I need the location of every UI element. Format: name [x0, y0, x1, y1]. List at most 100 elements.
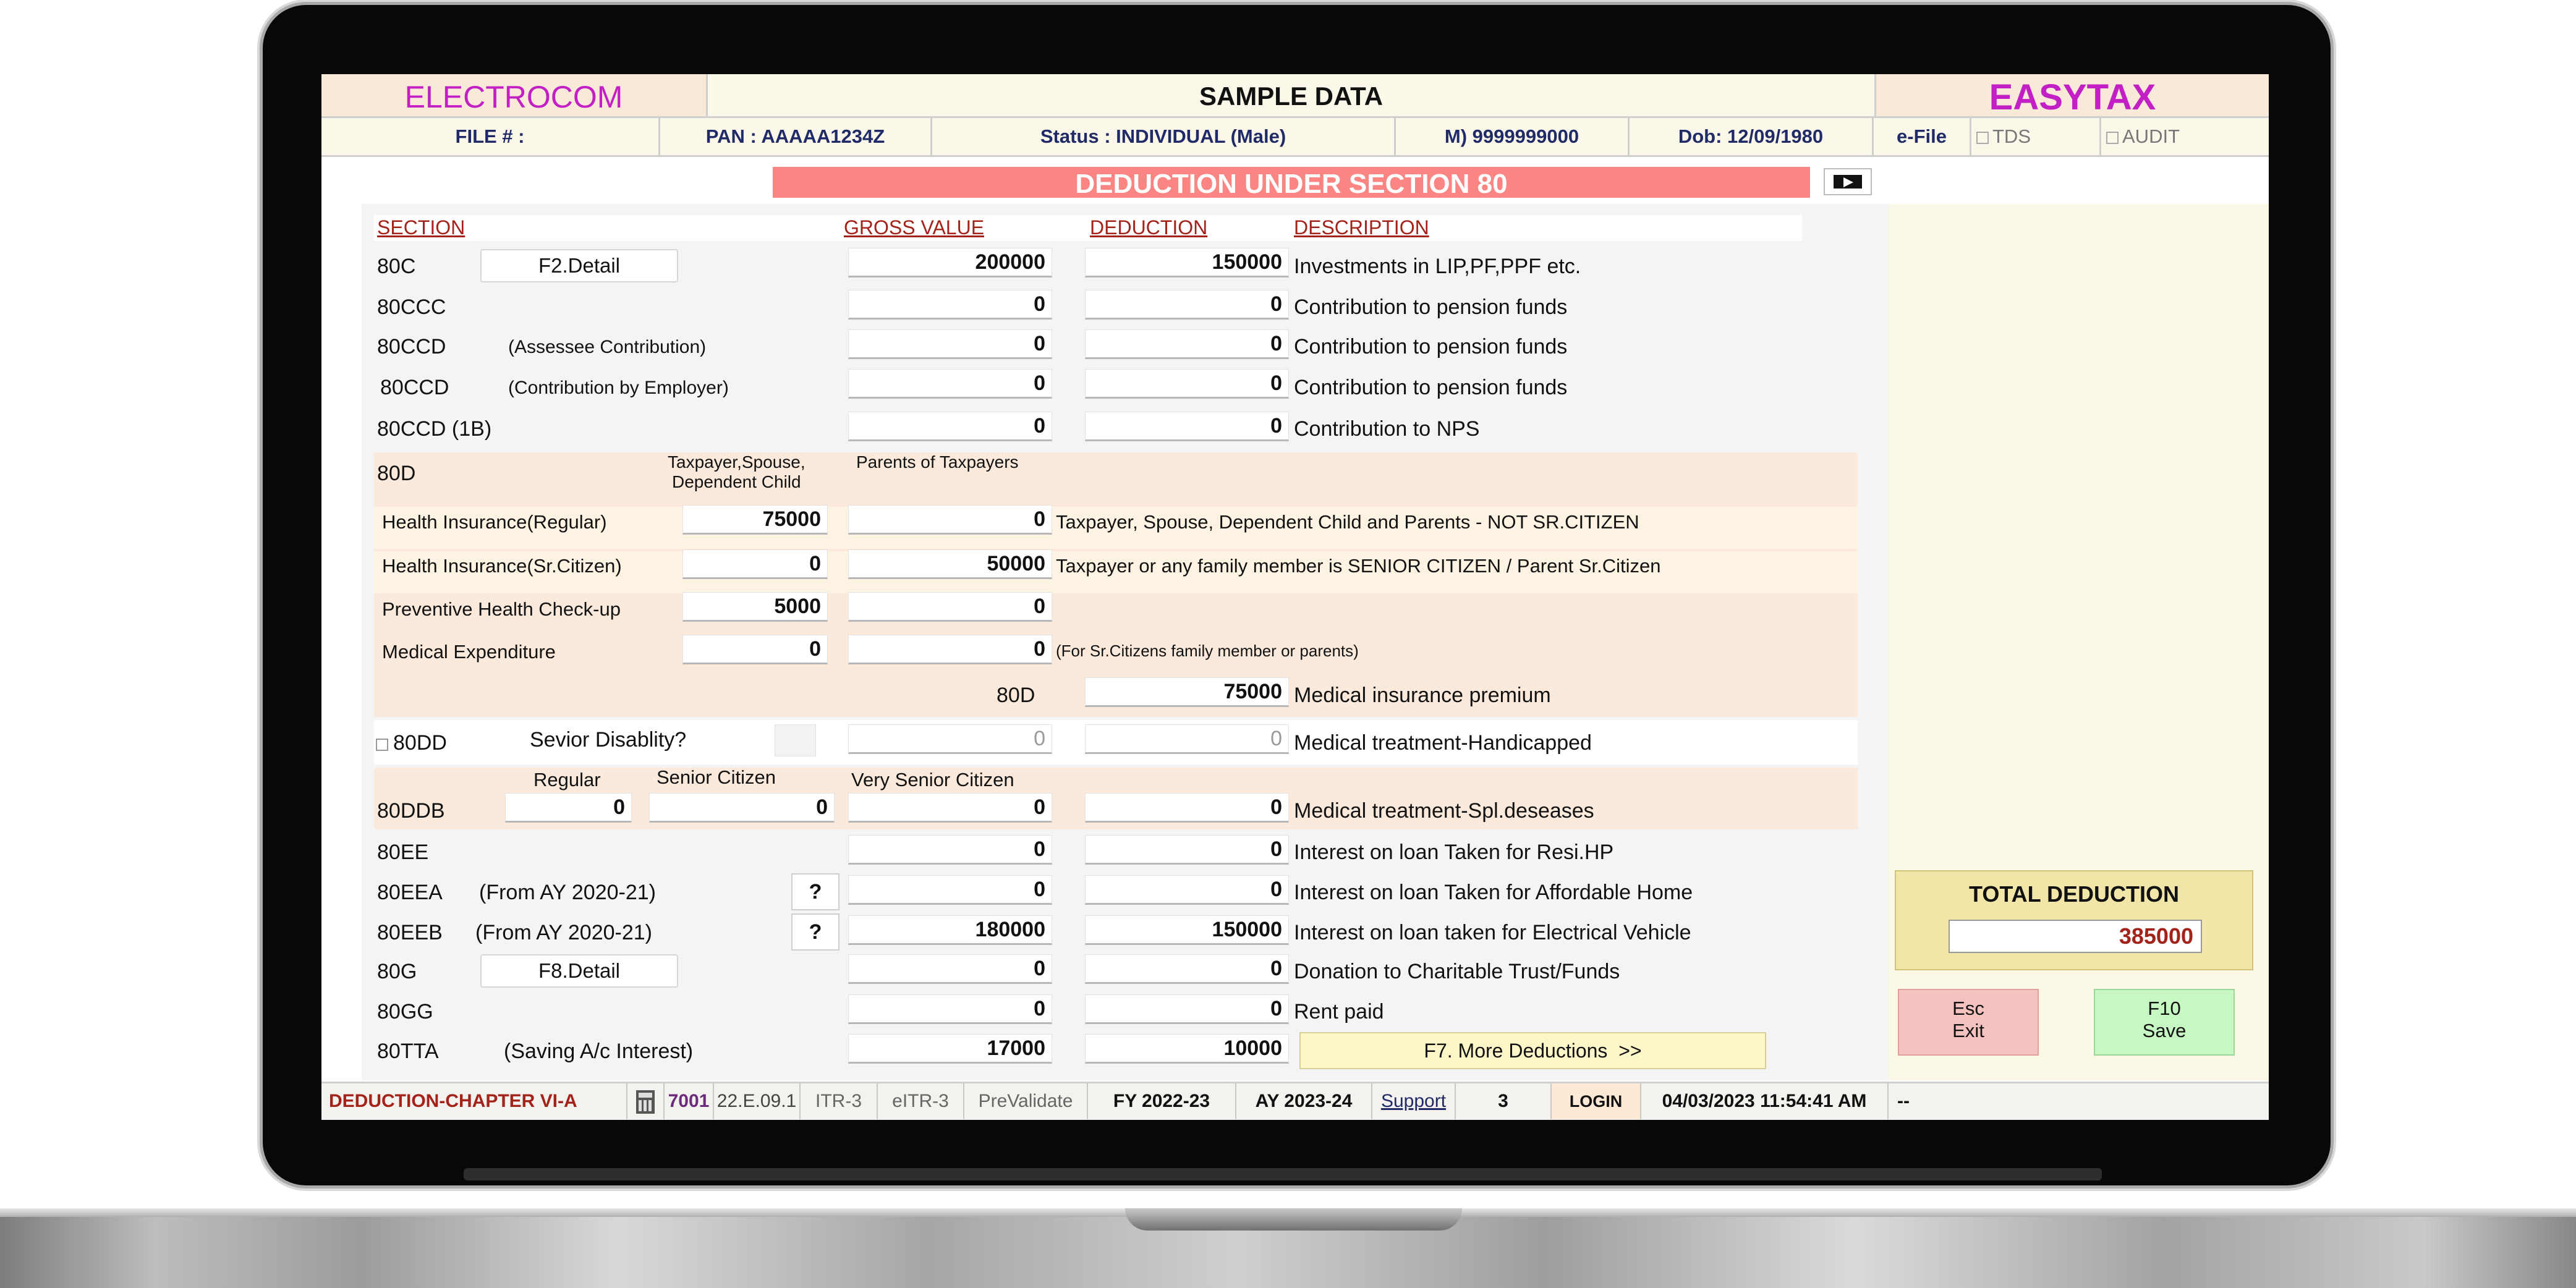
tds-option[interactable]: TDS — [1971, 118, 2101, 155]
80eeb-help-button[interactable]: ? — [791, 913, 840, 951]
video-help-icon[interactable] — [1824, 168, 1872, 195]
80ee-description: Interest on loan Taken for Resi.HP — [1294, 841, 1614, 864]
footer-eitr[interactable]: eITR-3 — [878, 1083, 964, 1119]
80gg-deduction-input[interactable]: 0 — [1085, 994, 1289, 1024]
80tta-note: (Saving A/c Interest) — [504, 1040, 694, 1063]
80dd-severity-checkbox[interactable] — [775, 724, 816, 756]
laptop-hinge — [464, 1168, 2102, 1180]
row-80ccd-gross-input[interactable]: 0 — [848, 329, 1052, 359]
login-button[interactable]: LOGIN — [1552, 1083, 1641, 1119]
row-80ccd-note: (Assessee Contribution) — [508, 337, 707, 357]
row-80ccd1b-section: 80CCD (1B) — [377, 417, 492, 441]
80d-medical-note: (For Sr.Citizens family member or parent… — [1056, 642, 1359, 660]
80ddb-head-very-senior: Very Senior Citizen — [851, 769, 1014, 790]
80d-medical-self-input[interactable]: 0 — [682, 635, 828, 664]
more-deductions-button[interactable]: F7. More Deductions >> — [1299, 1032, 1766, 1069]
col-deduction: DEDUCTION — [1090, 216, 1208, 239]
tds-checkbox[interactable] — [1976, 131, 1989, 144]
80d-col2: Parents of Taxpayers — [856, 452, 1019, 472]
80d-regular-note-text: Taxpayer, Spouse, Dependent Child and Pa… — [1056, 511, 1639, 533]
80ee-deduction-input[interactable]: 0 — [1085, 835, 1289, 865]
80d-checkup-self-input[interactable]: 5000 — [682, 592, 828, 622]
80d-senior-parents-input[interactable]: 50000 — [848, 549, 1052, 579]
column-header-strip — [374, 215, 1802, 241]
row-80ccd-employer-gross-input[interactable]: 0 — [848, 369, 1052, 399]
80d-senior-self-input[interactable]: 0 — [682, 549, 828, 579]
f10-save-button[interactable]: F10 Save — [2094, 989, 2235, 1056]
row-80ccd1b-deduction-input[interactable]: 0 — [1085, 412, 1289, 441]
80d-regular-self-input[interactable]: 75000 — [682, 505, 828, 535]
80d-medical-label: Medical Expenditure — [382, 641, 556, 663]
80d-regular-parents-input[interactable]: 0 — [848, 505, 1052, 535]
row-80ccd-employer-deduction-input[interactable]: 0 — [1085, 369, 1289, 399]
audit-option[interactable]: AUDIT — [2101, 118, 2269, 155]
row-80ccd1b-description: Contribution to NPS — [1294, 417, 1480, 441]
audit-label: AUDIT — [2122, 125, 2180, 147]
80gg-gross-input[interactable]: 0 — [848, 994, 1052, 1024]
80ddb-regular-input[interactable]: 0 — [505, 793, 632, 823]
center-title: SAMPLE DATA — [1199, 82, 1384, 111]
save-line2: Save — [2142, 1020, 2187, 1041]
pan-number: PAN : AAAAA1234Z — [660, 118, 932, 155]
esc-exit-button[interactable]: Esc Exit — [1898, 989, 2039, 1056]
80d-section: 80D — [377, 462, 416, 485]
footer-support-link[interactable]: Support — [1372, 1083, 1456, 1119]
row-80ccd-description: Contribution to pension funds — [1294, 335, 1568, 358]
total-deduction-panel: TOTAL DEDUCTION 385000 — [1895, 870, 2253, 970]
esc-line2: Exit — [1952, 1020, 1984, 1041]
row-80ccd-employer-description: Contribution to pension funds — [1294, 376, 1568, 399]
f2-detail-button[interactable]: F2.Detail — [480, 249, 678, 282]
row-80ccd-deduction-input[interactable]: 0 — [1085, 329, 1289, 359]
80ddb-senior-input[interactable]: 0 — [649, 793, 835, 823]
header-right: EASYTAX — [1876, 74, 2269, 117]
80g-gross-input[interactable]: 0 — [848, 954, 1052, 984]
f8-detail-button[interactable]: F8.Detail — [480, 954, 678, 988]
80eea-description: Interest on loan Taken for Affordable Ho… — [1294, 881, 1693, 904]
80d-medical-parents-input[interactable]: 0 — [848, 635, 1052, 664]
col-description: DESCRIPTION — [1294, 216, 1429, 239]
date-of-birth: Dob: 12/09/1980 — [1630, 118, 1874, 155]
row-80ccc-deduction-input[interactable]: 0 — [1085, 290, 1289, 320]
80g-deduction-input[interactable]: 0 — [1085, 954, 1289, 984]
save-line1: F10 — [2148, 998, 2181, 1019]
col-section: SECTION — [377, 216, 465, 239]
80ddb-section: 80DDB — [377, 799, 445, 823]
row-80ccc-description: Contribution to pension funds — [1294, 295, 1568, 319]
footer-count: 3 — [1456, 1083, 1552, 1119]
row-80ccc-gross-input[interactable]: 0 — [848, 290, 1052, 320]
80eea-gross-input[interactable]: 0 — [848, 875, 1052, 905]
row-80c-section: 80C — [377, 255, 416, 278]
esc-line1: Esc — [1952, 998, 1984, 1019]
footer-itr[interactable]: ITR-3 — [801, 1083, 878, 1119]
80eeb-deduction-input[interactable]: 150000 — [1085, 915, 1289, 945]
80dd-checkbox[interactable] — [376, 739, 388, 751]
footer-module: DEDUCTION-CHAPTER VI-A — [321, 1083, 627, 1119]
80ddb-very-senior-input[interactable]: 0 — [848, 793, 1052, 823]
row-80c-deduction-input[interactable]: 150000 — [1085, 248, 1289, 278]
80eea-deduction-input[interactable]: 0 — [1085, 875, 1289, 905]
80gg-section: 80GG — [377, 1000, 433, 1023]
total-deduction-value: 385000 — [1949, 920, 2202, 953]
80eea-help-button[interactable]: ? — [791, 873, 840, 910]
80d-checkup-parents-input[interactable]: 0 — [848, 592, 1052, 622]
tds-label: TDS — [1992, 125, 2031, 147]
80ddb-deduction-input[interactable]: 0 — [1085, 793, 1289, 823]
total-deduction-title: TOTAL DEDUCTION — [1969, 881, 2179, 907]
footer-extra: -- — [1897, 1091, 1910, 1111]
audit-checkbox[interactable] — [2106, 131, 2119, 144]
80eeb-description: Interest on loan taken for Electrical Ve… — [1294, 921, 1691, 944]
80ddb-description: Medical treatment-Spl.deseases — [1294, 799, 1594, 823]
80dd-description: Medical treatment-Handicapped — [1294, 731, 1592, 755]
80tta-deduction-input[interactable]: 10000 — [1085, 1034, 1289, 1064]
efile-link[interactable]: e-File — [1874, 118, 1971, 155]
80dd-section: 80DD — [393, 731, 447, 755]
80tta-gross-input[interactable]: 17000 — [848, 1034, 1052, 1064]
row-80ccd1b-gross-input[interactable]: 0 — [848, 412, 1052, 441]
row-80c-gross-input[interactable]: 200000 — [848, 248, 1052, 278]
80g-section: 80G — [377, 960, 417, 983]
80eeb-gross-input[interactable]: 180000 — [848, 915, 1052, 945]
80ee-gross-input[interactable]: 0 — [848, 835, 1052, 865]
footer-prevalidate[interactable]: PreValidate — [964, 1083, 1088, 1119]
80ddb-head-senior: Senior Citizen — [657, 766, 776, 788]
calculator-icon[interactable] — [627, 1083, 665, 1119]
